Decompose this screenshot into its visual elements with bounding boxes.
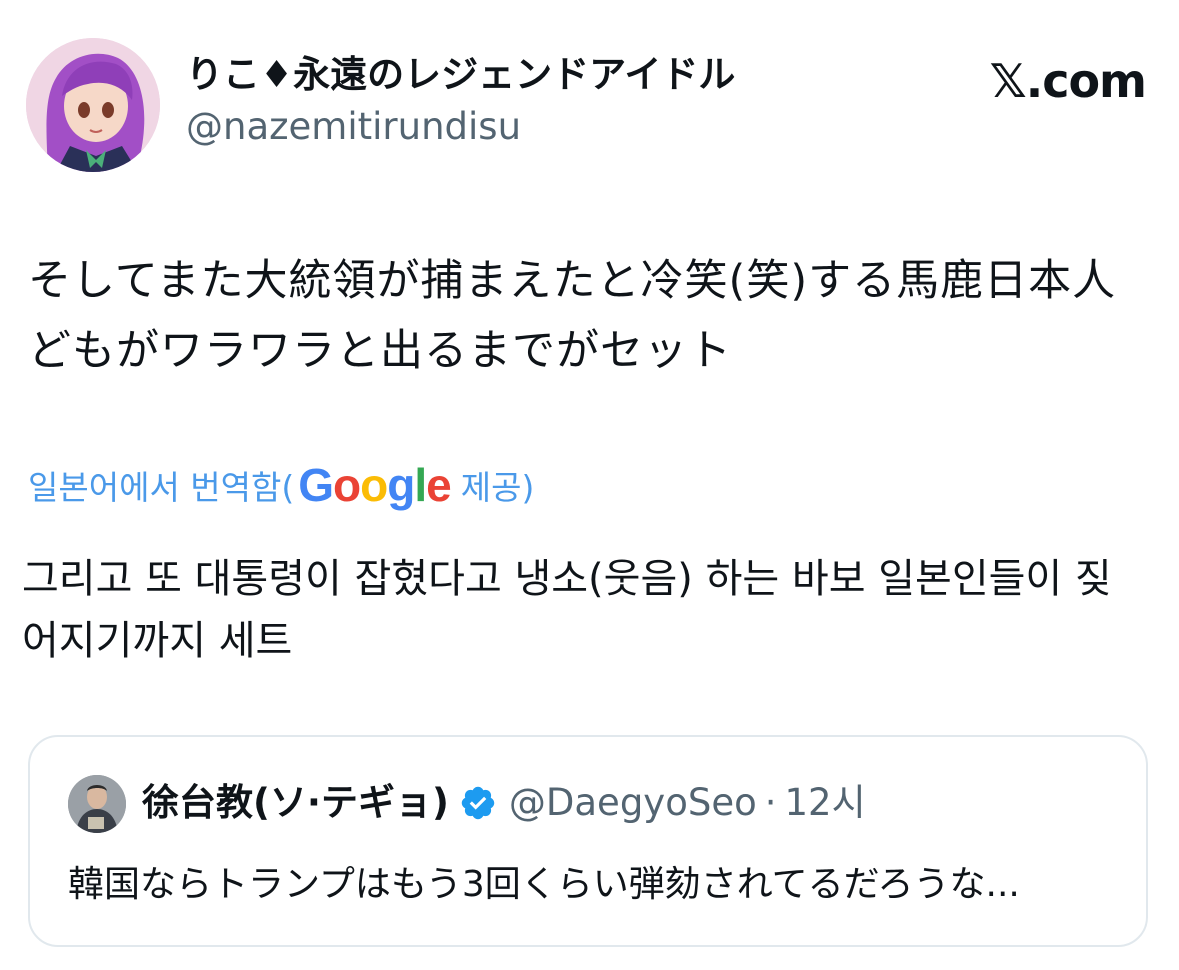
author-avatar[interactable] — [26, 38, 160, 172]
quoted-header: 徐台教(ソ·テギョ) @DaegyoSeo · 12시 — [142, 777, 866, 829]
translated-line: 그리고 또 대통령이 잡혔다고 냉소(웃음) 하는 바보 일본인들이 짖 — [22, 556, 1112, 602]
tweet-body: そしてまた大統領が捕まえたと冷笑(笑)する馬鹿日本人 どもがワラワラと出るまでが… — [28, 246, 1138, 386]
quoted-timestamp[interactable]: 12시 — [785, 777, 866, 829]
quoted-avatar-image — [68, 775, 126, 833]
x-com-brand: 𝕏.com — [989, 54, 1147, 108]
tweet-line: そしてまた大統領が捕まえたと冷笑(笑)する馬鹿日本人 — [28, 256, 1117, 306]
tweet-header: りこ♦永遠のレジェンドアイドル @nazemitirundisu 𝕏.com — [26, 38, 1147, 172]
quoted-separator: · — [764, 781, 777, 824]
quoted-author-avatar[interactable] — [68, 775, 126, 833]
quoted-display-name[interactable]: 徐台教(ソ·テギョ) — [142, 777, 449, 829]
quoted-text: 韓国ならトランプはもう3回くらい弾劾されてるだろうな... — [68, 864, 1020, 905]
verified-badge-icon — [461, 786, 495, 820]
quoted-tweet-card[interactable]: 徐台教(ソ·テギョ) @DaegyoSeo · 12시 韓国ならトランプはもう3… — [28, 735, 1148, 947]
author-info: りこ♦永遠のレジェンドアイドル @nazemitirundisu — [186, 52, 735, 150]
author-display-name[interactable]: りこ♦永遠のレジェンドアイドル — [186, 52, 735, 98]
author-avatar-image — [26, 38, 160, 172]
translation-prefix: 일본어에서 번역함( — [28, 468, 295, 507]
translation-suffix: 제공) — [460, 468, 535, 507]
translated-line: 어지기까지 세트 — [22, 618, 293, 664]
author-handle[interactable]: @nazemitirundisu — [186, 104, 735, 150]
google-logo: Google — [298, 459, 451, 511]
tweet-line: どもがワラワラと出るまでがセット — [28, 326, 732, 376]
translation-attribution[interactable]: 일본어에서 번역함( Google 제공) — [28, 456, 534, 514]
quoted-handle[interactable]: @DaegyoSeo — [509, 777, 757, 829]
translated-body: 그리고 또 대통령이 잡혔다고 냉소(웃음) 하는 바보 일본인들이 짖 어지기… — [22, 548, 1162, 672]
